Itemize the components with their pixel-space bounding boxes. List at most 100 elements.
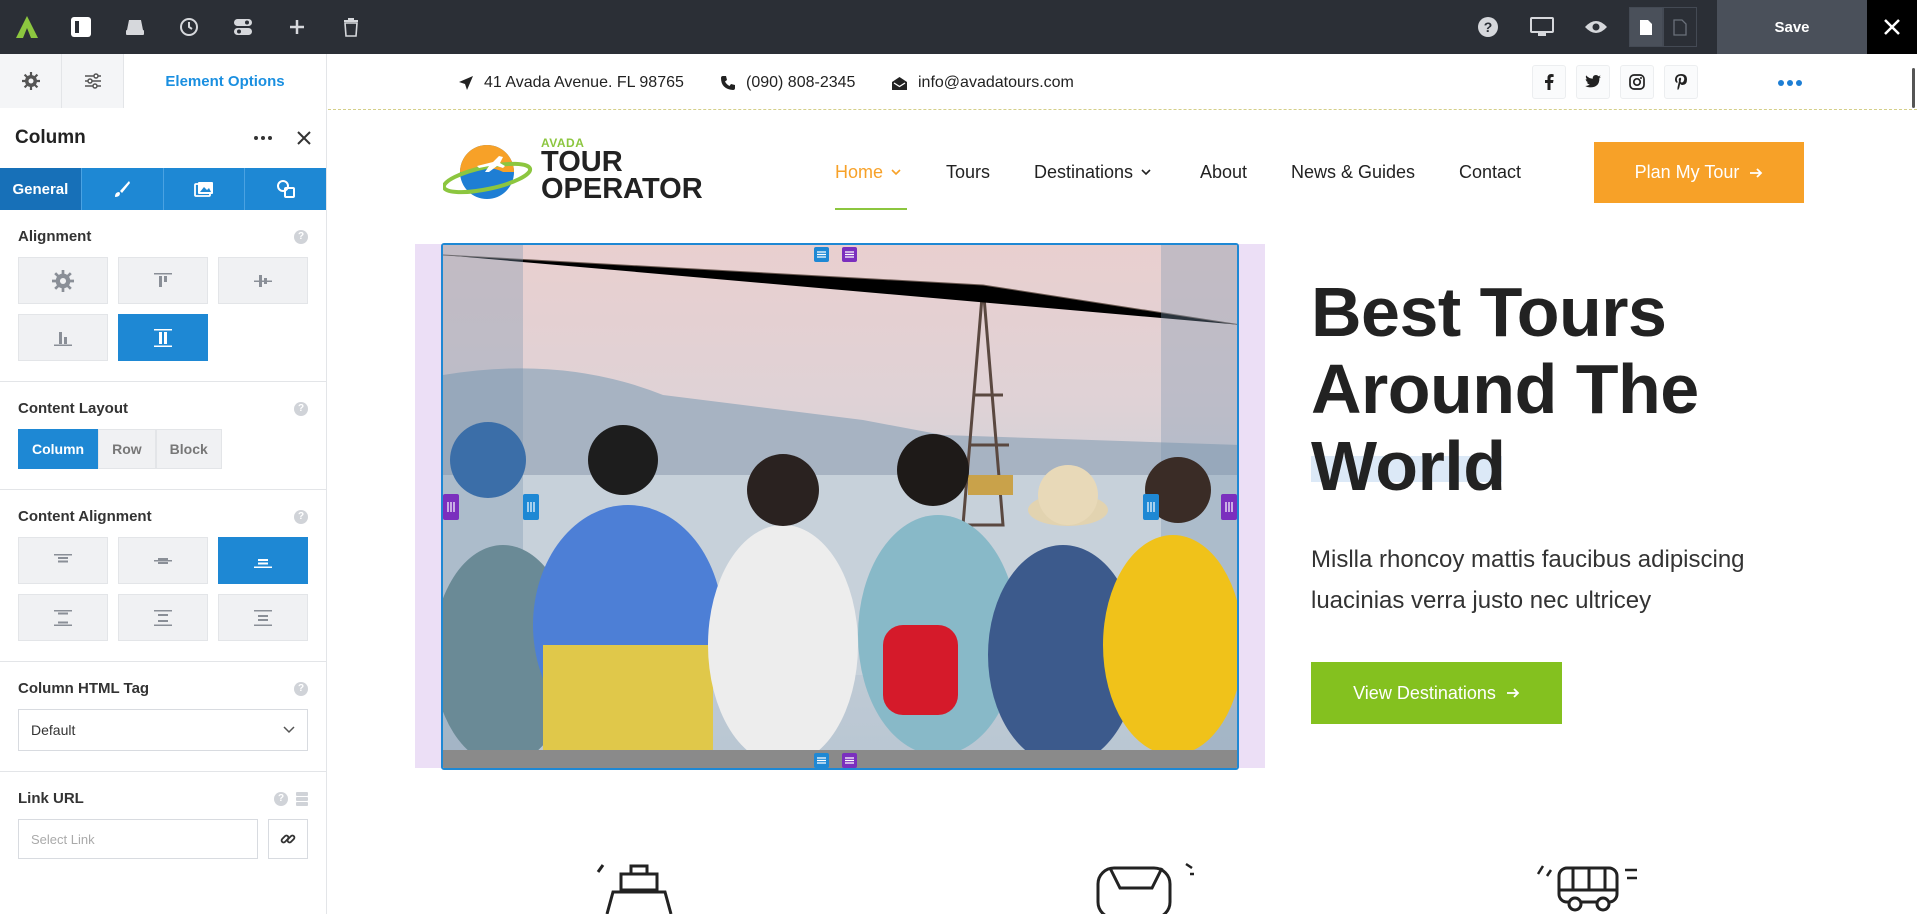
address-item: 41 Avada Avenue. FL 98765 xyxy=(458,74,684,92)
settings-tab-icon[interactable] xyxy=(0,54,62,108)
link-url-section: Link URL ? Select Link xyxy=(0,772,326,879)
social-links xyxy=(1532,65,1698,99)
preview-eye-icon[interactable] xyxy=(1569,0,1623,54)
close-panel-icon[interactable] xyxy=(281,131,311,145)
html-tag-select[interactable]: Default xyxy=(18,709,308,751)
pinterest-icon[interactable] xyxy=(1664,65,1698,99)
help-icon[interactable]: ? xyxy=(274,791,288,806)
nav-contact[interactable]: Contact xyxy=(1459,162,1521,183)
dynamic-data-icon[interactable] xyxy=(296,791,308,806)
close-builder-icon[interactable] xyxy=(1867,0,1917,54)
email-item[interactable]: info@avadatours.com xyxy=(891,74,1074,92)
help-icon[interactable]: ? xyxy=(1461,0,1515,54)
hero-description[interactable]: Mislla rhoncoy mattis faucibus adipiscin… xyxy=(1311,539,1781,621)
history-icon[interactable] xyxy=(162,0,216,54)
twitter-icon[interactable] xyxy=(1576,65,1610,99)
column-right-resize-icon[interactable] xyxy=(1143,494,1159,520)
nav-about[interactable]: About xyxy=(1200,162,1247,183)
view-destinations-button[interactable]: View Destinations xyxy=(1311,662,1562,724)
panel-title: Column xyxy=(15,127,86,148)
library-icon[interactable] xyxy=(108,0,162,54)
content-layout-section: Content Layout ? Column Row Block xyxy=(0,382,326,490)
toggle-settings-icon[interactable] xyxy=(216,0,270,54)
save-button[interactable]: Save xyxy=(1717,0,1867,54)
document-icon[interactable] xyxy=(1629,7,1663,47)
plan-my-tour-label: Plan My Tour xyxy=(1634,162,1740,182)
help-icon[interactable]: ? xyxy=(294,681,308,696)
container-drag-handle-icon[interactable] xyxy=(842,247,857,262)
facebook-icon[interactable] xyxy=(1532,65,1566,99)
column-bottom-handle-icon[interactable] xyxy=(814,753,829,768)
alignment-label: Alignment xyxy=(18,228,92,245)
content-layout-label: Content Layout xyxy=(18,400,128,417)
nav-active-underline xyxy=(835,208,907,210)
headline-line-3: World xyxy=(1311,427,1506,505)
description-line-1: Mislla rhoncoy mattis faucibus adipiscin… xyxy=(1311,546,1745,573)
desktop-preview-icon[interactable] xyxy=(1515,0,1569,54)
align-default-gear-icon[interactable] xyxy=(18,257,108,304)
column-left-resize-icon[interactable] xyxy=(523,494,539,520)
help-icon[interactable]: ? xyxy=(294,401,308,416)
more-dots-icon[interactable] xyxy=(1778,73,1802,91)
email-text: info@avadatours.com xyxy=(918,74,1074,91)
container-left-resize-icon[interactable] xyxy=(443,494,459,520)
tab-element-options[interactable]: Element Options xyxy=(124,54,326,108)
align-center-icon[interactable] xyxy=(218,257,308,304)
justify-end-icon[interactable] xyxy=(218,537,308,584)
hero-image-column[interactable] xyxy=(441,243,1239,770)
justify-start-icon[interactable] xyxy=(18,537,108,584)
justify-space-around-icon[interactable] xyxy=(118,594,208,641)
nav-destinations[interactable]: Destinations xyxy=(1034,162,1151,183)
justify-space-evenly-icon[interactable] xyxy=(218,594,308,641)
avada-logo-icon[interactable] xyxy=(0,0,54,54)
document-outline-icon[interactable] xyxy=(1663,7,1697,47)
container-right-resize-icon[interactable] xyxy=(1221,494,1237,520)
sliders-tab-icon[interactable] xyxy=(62,54,124,108)
headline-line-1: Best Tours xyxy=(1311,273,1667,351)
option-sub-tabs: General xyxy=(0,168,326,210)
design-brush-icon[interactable] xyxy=(82,168,164,210)
layout-column-option[interactable]: Column xyxy=(18,429,99,469)
help-icon[interactable]: ? xyxy=(294,509,308,524)
car-icon xyxy=(1068,862,1198,914)
html-tag-label: Column HTML Tag xyxy=(18,680,150,697)
site-logo[interactable]: AVADA TOUR OPERATOR xyxy=(443,134,703,206)
add-element-icon[interactable] xyxy=(270,0,324,54)
chevron-down-icon xyxy=(891,169,901,176)
canvas-scrollbar[interactable] xyxy=(1912,68,1915,108)
trash-icon[interactable] xyxy=(324,0,378,54)
link-url-label: Link URL xyxy=(18,790,84,807)
nav-tours[interactable]: Tours xyxy=(946,162,990,183)
more-options-icon[interactable] xyxy=(245,136,281,140)
alignment-section: Alignment ? xyxy=(0,210,326,382)
hero-headline[interactable]: Best Tours Around The World xyxy=(1311,274,1699,505)
link-url-input[interactable]: Select Link xyxy=(18,819,258,859)
container-bottom-handle-icon[interactable] xyxy=(842,753,857,768)
chevron-down-icon xyxy=(1141,169,1151,176)
instagram-icon[interactable] xyxy=(1620,65,1654,99)
layout-block-option[interactable]: Block xyxy=(155,429,222,469)
align-top-icon[interactable] xyxy=(118,257,208,304)
nav-news-guides[interactable]: News & Guides xyxy=(1291,162,1415,183)
nav-home-label: Home xyxy=(835,162,884,182)
nav-home[interactable]: Home xyxy=(835,162,901,183)
align-bottom-icon[interactable] xyxy=(18,314,108,361)
layout-panel-icon[interactable] xyxy=(54,0,108,54)
address-text: 41 Avada Avenue. FL 98765 xyxy=(484,74,684,91)
extras-shapes-icon[interactable] xyxy=(245,168,326,210)
page-canvas: 41 Avada Avenue. FL 98765 (090) 808-2345… xyxy=(328,54,1917,914)
justify-center-icon[interactable] xyxy=(118,537,208,584)
link-chain-icon[interactable] xyxy=(268,819,308,859)
plan-my-tour-button[interactable]: Plan My Tour xyxy=(1594,142,1804,203)
tab-general[interactable]: General xyxy=(0,168,82,210)
logo-line-2: OPERATOR xyxy=(541,172,703,205)
phone-icon xyxy=(721,76,735,90)
arrow-right-icon xyxy=(1506,688,1520,698)
justify-space-between-icon[interactable] xyxy=(18,594,108,641)
column-drag-handle-icon[interactable] xyxy=(814,247,829,262)
background-image-icon[interactable] xyxy=(164,168,246,210)
layout-row-option[interactable]: Row xyxy=(98,429,156,469)
element-options-panel: Element Options Column General Alignment… xyxy=(0,54,327,914)
align-stretch-icon[interactable] xyxy=(118,314,208,361)
help-icon[interactable]: ? xyxy=(294,229,308,244)
